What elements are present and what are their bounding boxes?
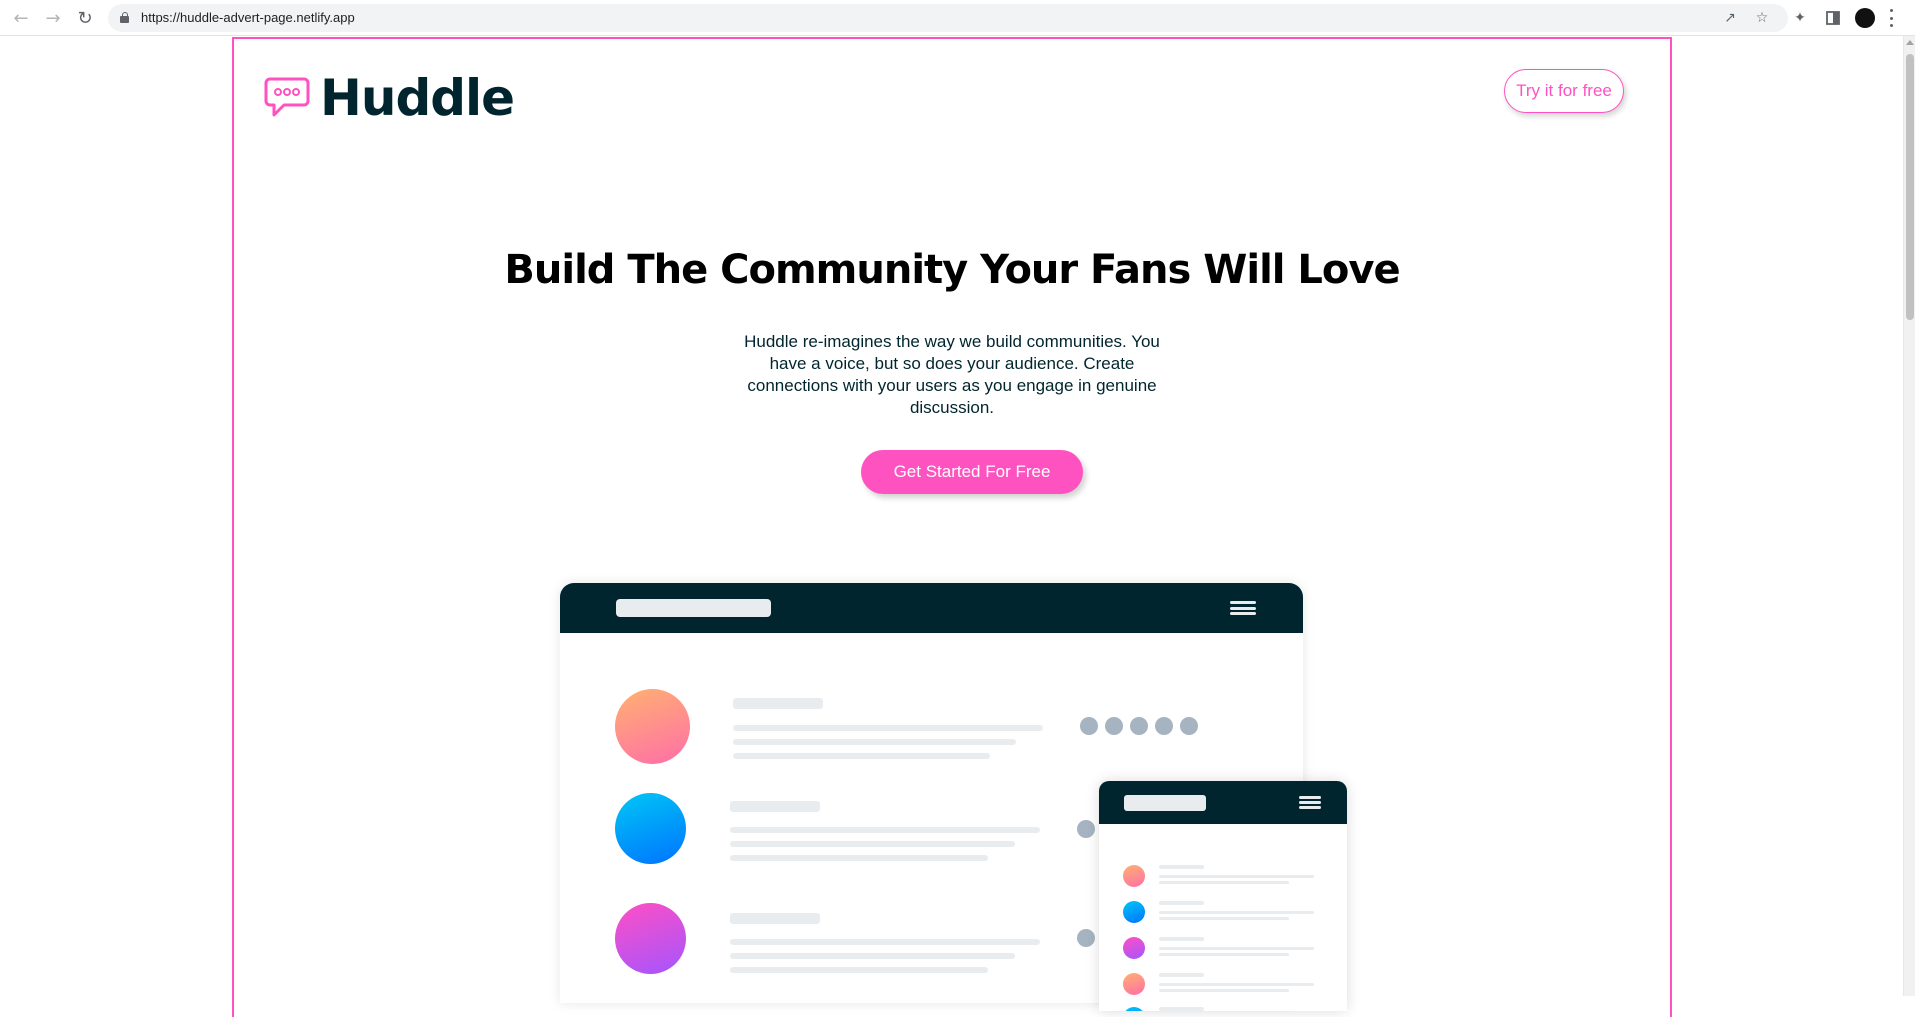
placeholder-dot — [1077, 929, 1095, 947]
placeholder-line — [1159, 911, 1314, 914]
placeholder-line — [1159, 947, 1314, 950]
placeholder-line — [1159, 973, 1204, 977]
avatar — [615, 689, 690, 764]
hero-description: Huddle re-imagines the way we build comm… — [744, 332, 1160, 417]
avatar — [615, 903, 686, 974]
hamburger-icon — [1230, 601, 1256, 615]
placeholder-line — [730, 841, 1015, 847]
placeholder-line — [1159, 937, 1204, 941]
forward-icon[interactable]: → — [41, 6, 65, 30]
avatar — [1123, 1007, 1145, 1011]
reload-icon[interactable]: ↻ — [73, 6, 97, 30]
placeholder-dot — [1180, 717, 1198, 735]
sidepanel-icon[interactable] — [1821, 6, 1845, 30]
hero-title: Build The Community Your Fans Will Love — [504, 247, 1400, 293]
avatar — [615, 793, 686, 864]
hamburger-icon — [1299, 796, 1321, 809]
placeholder-dot — [1080, 717, 1098, 735]
mobile-mockup-navbar — [1099, 781, 1347, 824]
profile-avatar[interactable] — [1855, 8, 1875, 28]
placeholder-line — [1159, 989, 1289, 992]
placeholder-line — [730, 827, 1040, 833]
placeholder-dot — [1130, 717, 1148, 735]
more-menu-icon[interactable] — [1890, 9, 1894, 27]
page-frame: Huddle Try it for free Build The Communi… — [232, 37, 1672, 1017]
placeholder-line — [1159, 953, 1289, 956]
placeholder-line — [1159, 881, 1289, 884]
star-icon[interactable]: ☆ — [1751, 7, 1773, 29]
placeholder-line — [730, 967, 988, 973]
placeholder-line — [730, 953, 1015, 959]
scroll-up-arrow-icon[interactable] — [1906, 40, 1914, 45]
lock-icon[interactable] — [120, 12, 129, 23]
avatar — [1123, 865, 1145, 887]
logo[interactable]: Huddle — [264, 69, 515, 127]
avatar — [1123, 937, 1145, 959]
placeholder-line — [1159, 875, 1314, 878]
url-text[interactable]: https://huddle-advert-page.netlify.app — [141, 10, 355, 25]
desktop-mockup-title-placeholder — [616, 599, 771, 617]
logo-wordmark: Huddle — [320, 69, 515, 127]
share-icon[interactable]: ↗ — [1719, 7, 1741, 29]
get-started-button[interactable]: Get Started For Free — [861, 450, 1083, 494]
mobile-mockup-title-placeholder — [1124, 795, 1206, 811]
try-for-free-button[interactable]: Try it for free — [1504, 69, 1624, 113]
placeholder-dot — [1105, 717, 1123, 735]
placeholder-line — [730, 939, 1040, 945]
placeholder-line — [730, 801, 820, 812]
placeholder-line — [1159, 917, 1289, 920]
placeholder-line — [730, 855, 988, 861]
back-icon[interactable]: ← — [9, 6, 33, 30]
placeholder-line — [733, 725, 1043, 731]
placeholder-dot — [1155, 717, 1173, 735]
desktop-mockup-navbar — [560, 583, 1303, 633]
avatar — [1123, 973, 1145, 995]
placeholder-line — [1159, 1007, 1204, 1011]
product-mockup-illustration — [560, 583, 1350, 1011]
placeholder-line — [730, 913, 820, 924]
placeholder-line — [1159, 865, 1204, 869]
mobile-mockup — [1099, 781, 1347, 1011]
avatar — [1123, 901, 1145, 923]
placeholder-line — [733, 698, 823, 709]
placeholder-line — [733, 739, 1016, 745]
placeholder-line — [1159, 901, 1204, 905]
scroll-thumb[interactable] — [1906, 54, 1914, 320]
placeholder-line — [1159, 983, 1314, 986]
placeholder-line — [733, 753, 990, 759]
address-bar[interactable]: https://huddle-advert-page.netlify.app ↗… — [108, 4, 1788, 32]
page-scrollbar[interactable] — [1903, 36, 1915, 996]
extensions-icon[interactable]: ✦ — [1788, 6, 1812, 30]
browser-toolbar: ← → ↻ https://huddle-advert-page.netlify… — [0, 0, 1915, 36]
placeholder-dot — [1077, 820, 1095, 838]
chat-bubble-icon — [264, 77, 310, 117]
